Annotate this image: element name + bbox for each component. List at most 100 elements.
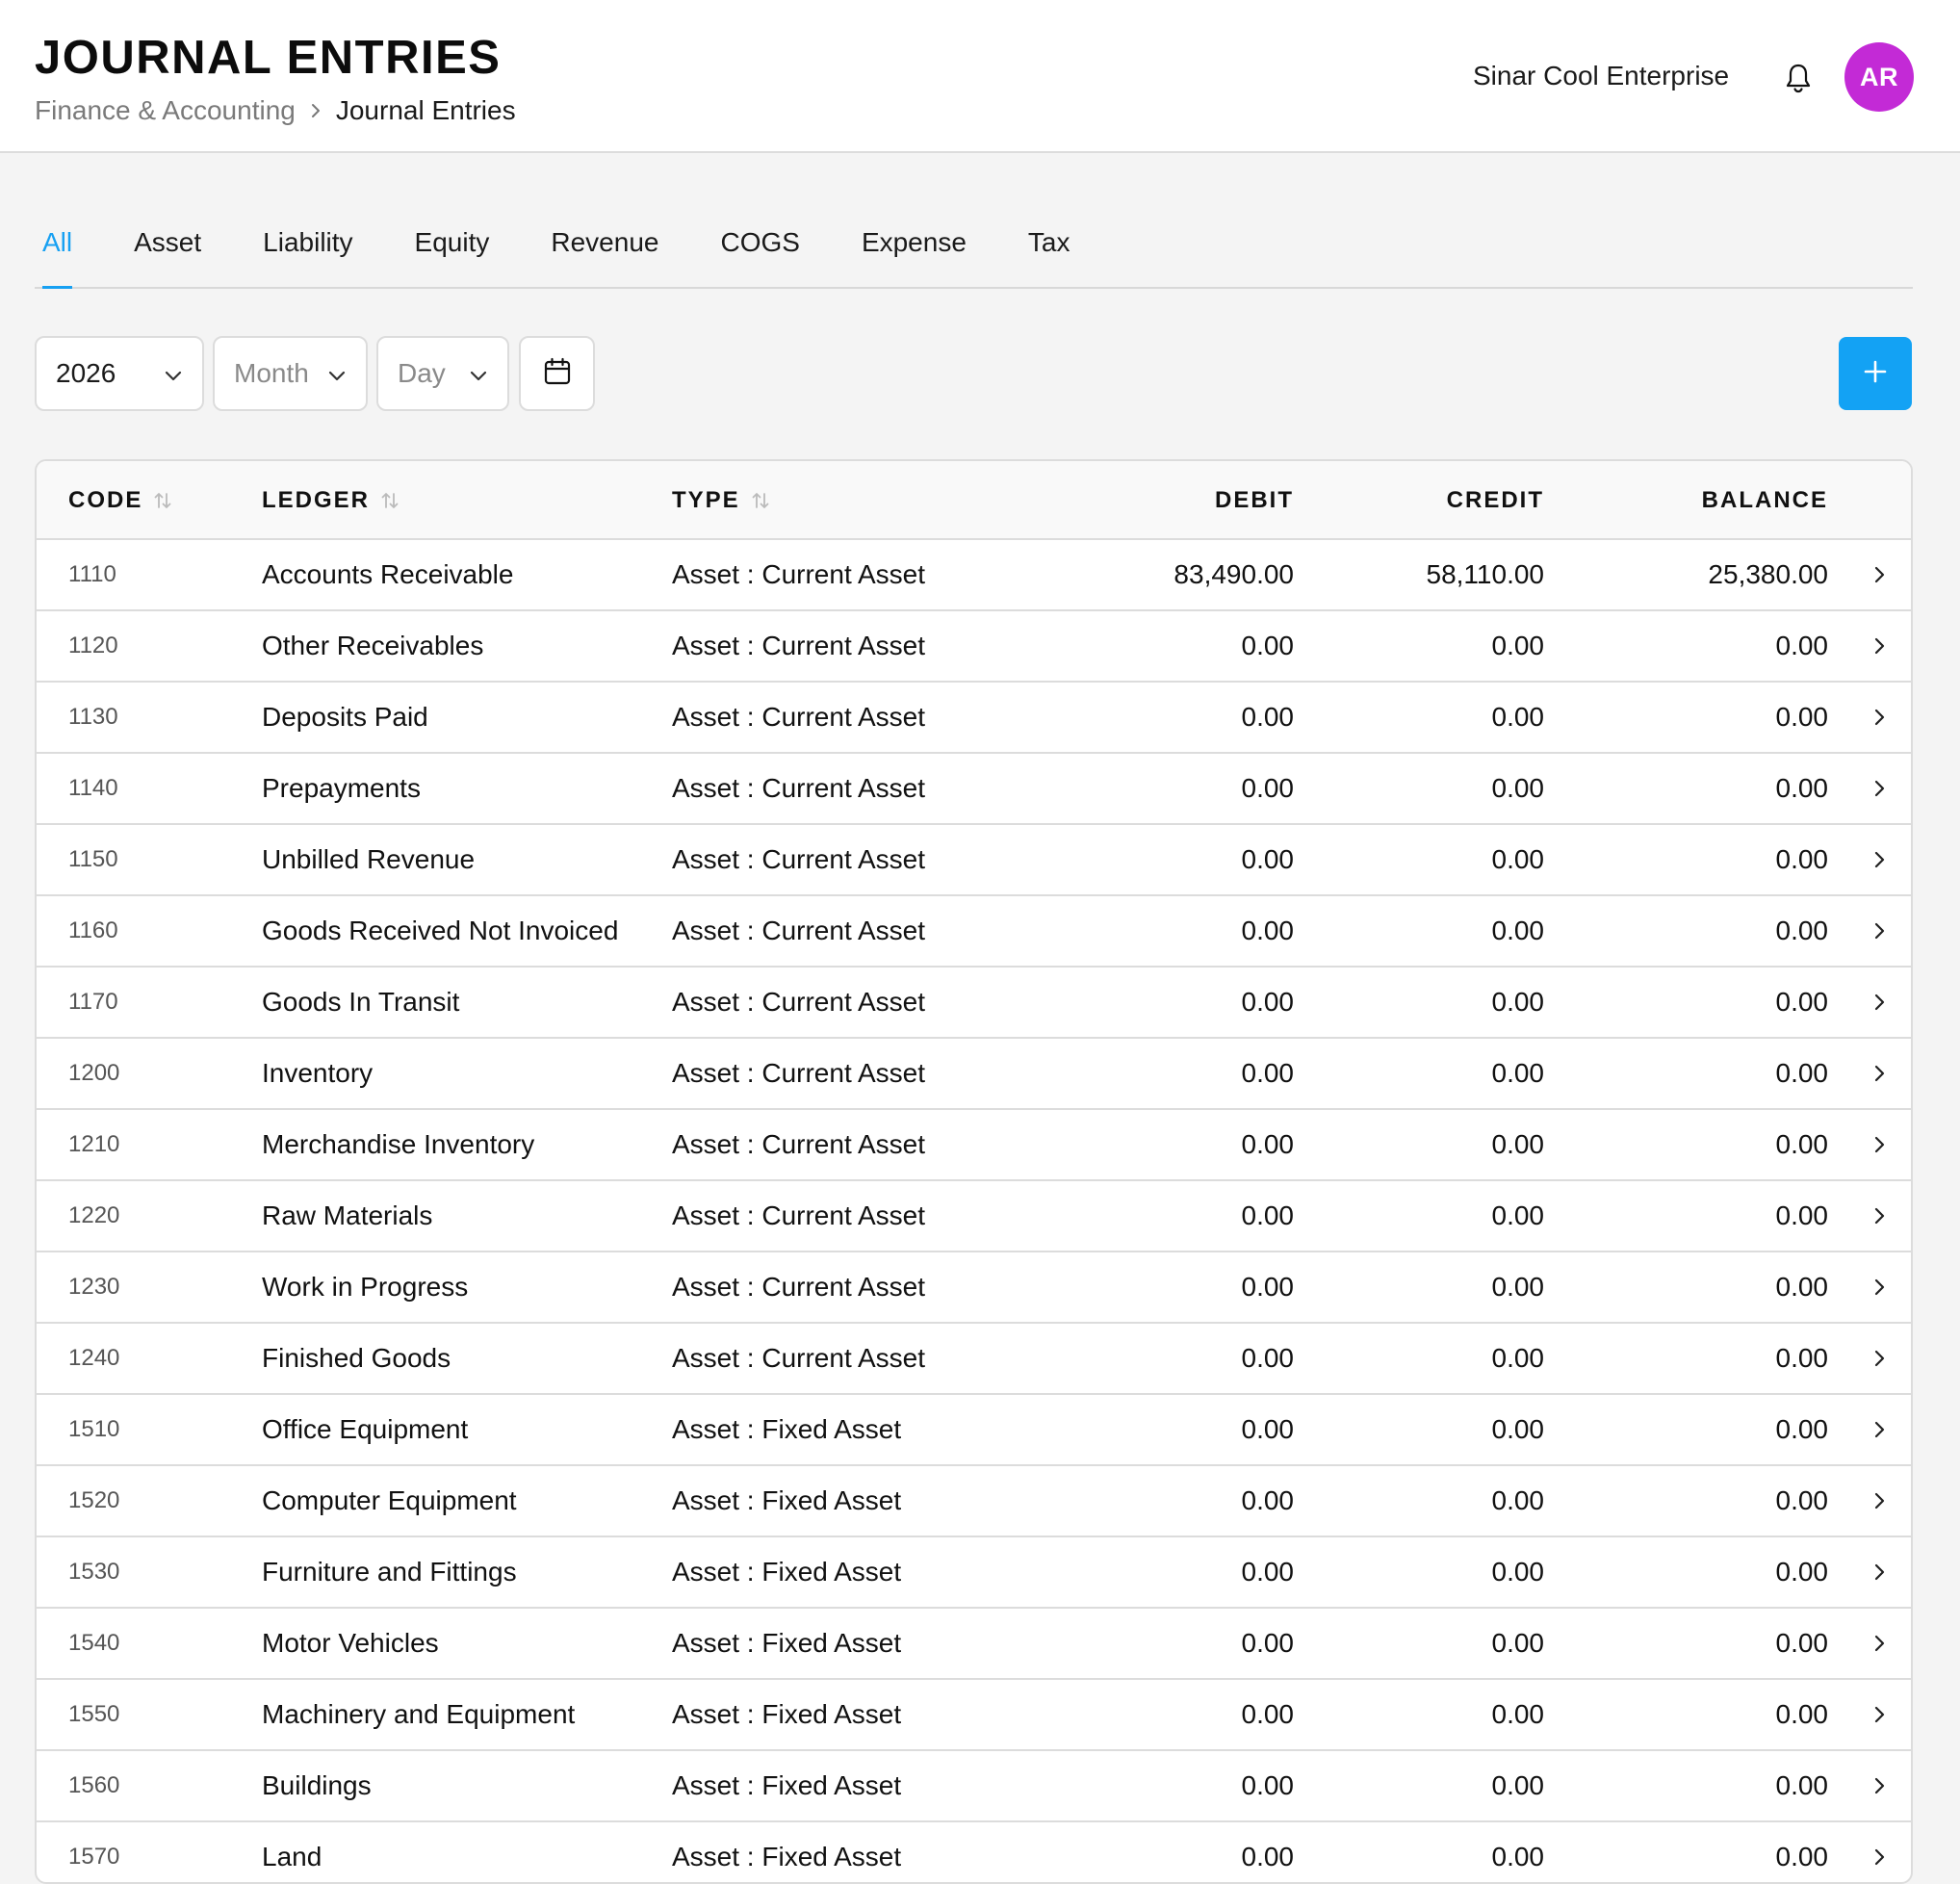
- chevron-right-icon[interactable]: [1870, 683, 1888, 752]
- table-row[interactable]: 1570 Land Asset : Fixed Asset 0.00 0.00 …: [37, 1822, 1911, 1882]
- cell-credit: 0.00: [1491, 773, 1545, 803]
- plus-icon: [1862, 358, 1889, 390]
- cell-credit: 0.00: [1491, 1129, 1545, 1159]
- cell-type: Asset : Fixed Asset: [672, 1557, 902, 1587]
- table-row[interactable]: 1550 Machinery and Equipment Asset : Fix…: [37, 1680, 1911, 1751]
- tab-tax[interactable]: Tax: [1020, 214, 1078, 287]
- table-row[interactable]: 1230 Work in Progress Asset : Current As…: [37, 1252, 1911, 1324]
- table-row[interactable]: 1560 Buildings Asset : Fixed Asset 0.00 …: [37, 1751, 1911, 1822]
- calendar-button[interactable]: [519, 336, 595, 411]
- table-row[interactable]: 1140 Prepayments Asset : Current Asset 0…: [37, 754, 1911, 825]
- chevron-right-icon[interactable]: [1870, 1181, 1888, 1251]
- table-row[interactable]: 1210 Merchandise Inventory Asset : Curre…: [37, 1110, 1911, 1181]
- chevron-right-icon[interactable]: [1870, 1039, 1888, 1108]
- chevron-right-icon[interactable]: [1870, 540, 1888, 609]
- chevron-right-icon[interactable]: [1870, 1537, 1888, 1607]
- cell-ledger: Motor Vehicles: [262, 1628, 439, 1658]
- table-row[interactable]: 1170 Goods In Transit Asset : Current As…: [37, 968, 1911, 1039]
- month-select[interactable]: Month: [213, 336, 368, 411]
- cell-code: 1150: [68, 846, 118, 872]
- chevron-right-icon[interactable]: [1870, 754, 1888, 823]
- cell-credit: 0.00: [1491, 1628, 1545, 1658]
- breadcrumb-current: Journal Entries: [335, 95, 516, 125]
- tab-revenue[interactable]: Revenue: [543, 214, 666, 287]
- table-row[interactable]: 1540 Motor Vehicles Asset : Fixed Asset …: [37, 1609, 1911, 1680]
- column-header-code[interactable]: CODE: [68, 461, 173, 540]
- cell-code: 1140: [68, 775, 118, 801]
- cell-type: Asset : Fixed Asset: [672, 1770, 902, 1800]
- table-row[interactable]: 1240 Finished Goods Asset : Current Asse…: [37, 1324, 1911, 1395]
- cell-type: Asset : Current Asset: [672, 1272, 925, 1302]
- table-row[interactable]: 1520 Computer Equipment Asset : Fixed As…: [37, 1466, 1911, 1537]
- table-row[interactable]: 1130 Deposits Paid Asset : Current Asset…: [37, 683, 1911, 754]
- cell-debit: 0.00: [1241, 1272, 1295, 1302]
- chevron-right-icon[interactable]: [1870, 1609, 1888, 1678]
- chevron-right-icon[interactable]: [1870, 1110, 1888, 1179]
- cell-credit: 0.00: [1491, 987, 1545, 1017]
- chevron-right-icon[interactable]: [1870, 1252, 1888, 1322]
- tab-equity[interactable]: Equity: [407, 214, 498, 287]
- column-header-type-label: TYPE: [672, 487, 740, 513]
- sort-icon[interactable]: [379, 490, 400, 511]
- column-header-code-label: CODE: [68, 487, 143, 513]
- chevron-right-icon[interactable]: [1870, 611, 1888, 681]
- cell-credit: 0.00: [1491, 1058, 1545, 1088]
- cell-type: Asset : Fixed Asset: [672, 1414, 902, 1444]
- cell-type: Asset : Current Asset: [672, 987, 925, 1017]
- table-row[interactable]: 1510 Office Equipment Asset : Fixed Asse…: [37, 1395, 1911, 1466]
- cell-ledger: Merchandise Inventory: [262, 1129, 535, 1159]
- table-row[interactable]: 1150 Unbilled Revenue Asset : Current As…: [37, 825, 1911, 896]
- table-row[interactable]: 1530 Furniture and Fittings Asset : Fixe…: [37, 1537, 1911, 1609]
- cell-debit: 0.00: [1241, 1557, 1295, 1587]
- sort-icon[interactable]: [750, 490, 771, 511]
- chevron-right-icon[interactable]: [1870, 825, 1888, 894]
- cell-type: Asset : Current Asset: [672, 916, 925, 945]
- table-row[interactable]: 1200 Inventory Asset : Current Asset 0.0…: [37, 1039, 1911, 1110]
- cell-type: Asset : Current Asset: [672, 1058, 925, 1088]
- tab-cogs[interactable]: COGS: [712, 214, 807, 287]
- chevron-right-icon[interactable]: [1870, 1324, 1888, 1393]
- chevron-right-icon: [309, 102, 322, 119]
- breadcrumb-parent-link[interactable]: Finance & Accounting: [35, 95, 296, 126]
- cell-code: 1110: [68, 561, 116, 587]
- cell-ledger: Computer Equipment: [262, 1485, 517, 1515]
- table-row[interactable]: 1220 Raw Materials Asset : Current Asset…: [37, 1181, 1911, 1252]
- chevron-right-icon[interactable]: [1870, 968, 1888, 1037]
- cell-credit: 0.00: [1491, 1200, 1545, 1230]
- bell-icon[interactable]: [1781, 60, 1816, 96]
- chevron-right-icon[interactable]: [1870, 1822, 1888, 1882]
- chevron-right-icon[interactable]: [1870, 1680, 1888, 1749]
- tab-expense[interactable]: Expense: [854, 214, 974, 287]
- month-select-placeholder: Month: [234, 358, 309, 388]
- cell-ledger: Buildings: [262, 1770, 372, 1800]
- page-title: JOURNAL ENTRIES: [35, 32, 502, 84]
- chevron-right-icon[interactable]: [1870, 1466, 1888, 1536]
- chevron-right-icon[interactable]: [1870, 896, 1888, 966]
- year-select[interactable]: 2026: [35, 336, 204, 411]
- day-select[interactable]: Day: [376, 336, 509, 411]
- chevron-right-icon[interactable]: [1870, 1751, 1888, 1820]
- company-name[interactable]: Sinar Cool Enterprise: [1473, 61, 1729, 91]
- column-header-type[interactable]: TYPE: [672, 461, 771, 540]
- calendar-icon: [543, 357, 572, 391]
- table-row[interactable]: 1110 Accounts Receivable Asset : Current…: [37, 540, 1911, 611]
- cell-credit: 0.00: [1491, 702, 1545, 732]
- chevron-right-icon[interactable]: [1870, 1395, 1888, 1464]
- cell-debit: 0.00: [1241, 987, 1295, 1017]
- cell-balance: 0.00: [1775, 1058, 1829, 1088]
- cell-code: 1220: [68, 1202, 120, 1228]
- tab-all[interactable]: All: [35, 214, 80, 289]
- avatar[interactable]: AR: [1844, 42, 1914, 112]
- cell-ledger: Prepayments: [262, 773, 421, 803]
- cell-debit: 0.00: [1241, 844, 1295, 874]
- sort-icon[interactable]: [152, 490, 173, 511]
- tab-asset[interactable]: Asset: [126, 214, 209, 287]
- table-row[interactable]: 1160 Goods Received Not Invoiced Asset :…: [37, 896, 1911, 968]
- cell-balance: 0.00: [1775, 1343, 1829, 1373]
- table-row[interactable]: 1120 Other Receivables Asset : Current A…: [37, 611, 1911, 683]
- add-entry-button[interactable]: [1839, 337, 1912, 410]
- column-header-ledger[interactable]: LEDGER: [262, 461, 400, 540]
- cell-ledger: Finished Goods: [262, 1343, 451, 1373]
- tab-liability[interactable]: Liability: [255, 214, 360, 287]
- cell-code: 1550: [68, 1701, 120, 1727]
